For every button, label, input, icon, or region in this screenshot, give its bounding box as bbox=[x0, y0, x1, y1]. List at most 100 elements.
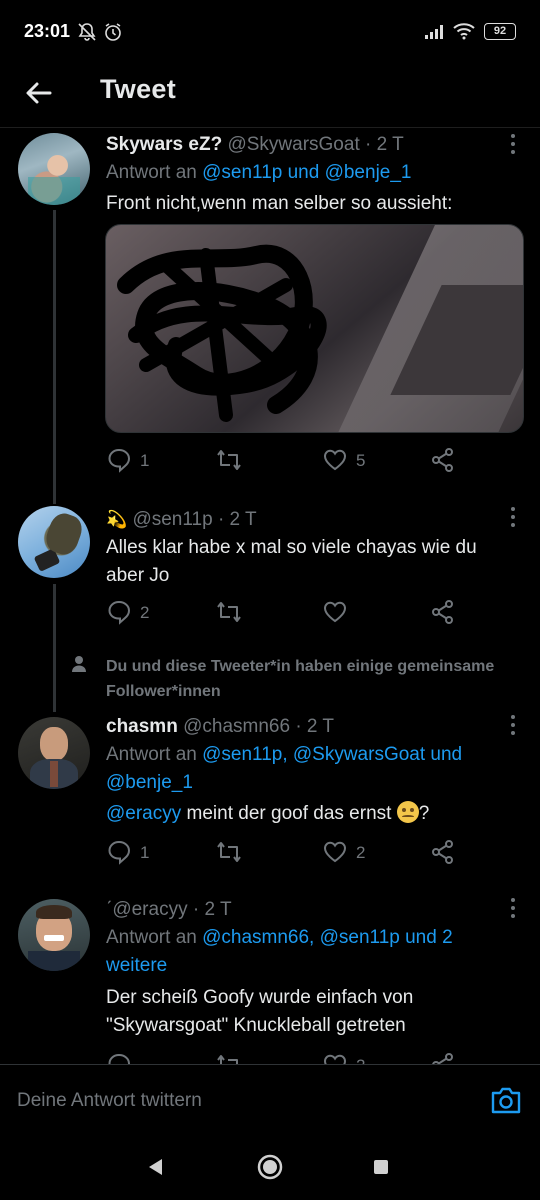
alarm-icon bbox=[105, 23, 121, 41]
handle[interactable]: @SkywarsGoat bbox=[227, 134, 359, 155]
like-count: 2 bbox=[356, 843, 366, 862]
retweet-button[interactable] bbox=[216, 1052, 242, 1064]
timestamp: · 2 T bbox=[295, 716, 335, 737]
retweet-button[interactable] bbox=[216, 599, 242, 629]
more-options-icon[interactable] bbox=[506, 896, 520, 920]
reply-mentions[interactable]: @benje_1 bbox=[106, 772, 193, 793]
share-button[interactable] bbox=[430, 1052, 456, 1064]
social-context-line: Follower*innen bbox=[106, 683, 221, 700]
social-context-note: Du und diese Tweeter*in haben einige gem… bbox=[106, 654, 536, 704]
share-icon bbox=[432, 600, 453, 624]
tweet-text-body: meint der goof das ernst bbox=[181, 803, 397, 824]
nav-recents-icon[interactable] bbox=[373, 1159, 389, 1175]
system-navigation-bar bbox=[0, 1128, 540, 1200]
tweet-header: Skywars eZ? @SkywarsGoat · 2 T bbox=[106, 131, 404, 159]
more-options-icon[interactable] bbox=[506, 132, 520, 156]
back-arrow-icon[interactable] bbox=[22, 76, 56, 110]
share-icon bbox=[432, 448, 453, 472]
avatar[interactable] bbox=[18, 899, 90, 971]
reply-button[interactable]: 1 bbox=[106, 839, 149, 869]
reply-mentions[interactable]: @chasmn66, @sen11p und 2 bbox=[202, 927, 453, 948]
battery-level: 92 bbox=[493, 25, 507, 37]
page-title: Tweet bbox=[100, 74, 177, 104]
reply-button[interactable] bbox=[106, 1052, 132, 1064]
tweet-text: aber Jo bbox=[106, 565, 170, 586]
tweet-text: Der scheiß Goofy wurde einfach von bbox=[106, 987, 414, 1008]
wifi-icon bbox=[453, 23, 475, 40]
status-bar: 23:01 92 bbox=[0, 0, 540, 64]
person-icon bbox=[72, 656, 86, 672]
display-name[interactable]: chasmn bbox=[106, 716, 178, 737]
tweet-header: ˊ@eracyy · 2 T bbox=[106, 896, 232, 924]
camera-icon[interactable] bbox=[490, 1085, 522, 1115]
reply-prefix: Antwort an bbox=[106, 927, 203, 948]
tweet-header: chasmn @chasmn66 · 2 T bbox=[106, 713, 334, 741]
reply-button[interactable]: 2 bbox=[106, 599, 149, 629]
tweet-text: Front nicht,wenn man selber so aussieht: bbox=[106, 193, 453, 214]
reply-context: weitere bbox=[106, 952, 167, 980]
signal-icon bbox=[425, 25, 443, 39]
share-icon bbox=[432, 1053, 453, 1064]
tweet-actions: 2 bbox=[106, 599, 486, 629]
avatar[interactable] bbox=[18, 506, 90, 578]
handle[interactable]: @eracyy bbox=[112, 899, 187, 920]
reply-mentions[interactable]: @sen11p und @benje_1 bbox=[202, 162, 411, 183]
reply-input-placeholder[interactable]: Deine Antwort twittern bbox=[17, 1090, 202, 1112]
heart-icon bbox=[323, 449, 347, 471]
share-icon bbox=[432, 840, 453, 864]
scribble-redaction bbox=[117, 244, 327, 422]
like-button[interactable]: 2 bbox=[322, 1052, 365, 1064]
thread-connector bbox=[53, 210, 56, 504]
more-options-icon[interactable] bbox=[506, 505, 520, 529]
thread-connector bbox=[53, 584, 56, 712]
like-count: 2 bbox=[356, 1056, 365, 1064]
like-button[interactable]: 5 bbox=[322, 447, 365, 477]
tweet-text-end: ? bbox=[418, 803, 430, 824]
share-button[interactable] bbox=[430, 447, 456, 477]
mute-bell-icon bbox=[78, 23, 96, 41]
reply-icon bbox=[108, 1053, 131, 1064]
mention-link[interactable]: @eracyy bbox=[106, 803, 181, 824]
retweet-icon bbox=[217, 602, 241, 622]
reply-icon bbox=[108, 600, 131, 625]
tweet-actions: 2 bbox=[106, 1052, 486, 1064]
status-time: 23:01 bbox=[24, 21, 71, 41]
reply-prefix: Antwort an bbox=[106, 744, 203, 765]
reply-count: 1 bbox=[140, 451, 150, 470]
retweet-icon bbox=[217, 842, 241, 862]
woozy-face-emoji bbox=[396, 801, 419, 823]
retweet-button[interactable] bbox=[216, 839, 242, 869]
reply-icon bbox=[108, 448, 131, 473]
more-options-icon[interactable] bbox=[506, 713, 520, 737]
reply-mentions[interactable]: @sen11p, @SkywarsGoat und bbox=[202, 744, 462, 765]
retweet-icon bbox=[217, 1055, 238, 1064]
handle[interactable]: @chasmn66 bbox=[183, 716, 290, 737]
avatar[interactable] bbox=[18, 133, 90, 205]
tweet-header: 💫 @sen11p · 2 T bbox=[106, 506, 257, 534]
social-context-line: Du und diese Tweeter*in haben einige gem… bbox=[106, 658, 495, 675]
battery-icon: 92 bbox=[484, 23, 516, 40]
display-name[interactable]: Skywars eZ? bbox=[106, 134, 222, 155]
heart-icon bbox=[323, 601, 347, 623]
tweet-actions: 1 5 bbox=[106, 447, 486, 477]
share-button[interactable] bbox=[430, 599, 456, 629]
emoji-icon: 💫 bbox=[106, 510, 128, 529]
share-button[interactable] bbox=[430, 839, 456, 869]
like-button[interactable] bbox=[322, 599, 348, 629]
reply-mentions[interactable]: weitere bbox=[106, 955, 167, 976]
retweet-button[interactable] bbox=[216, 447, 242, 477]
reply-button[interactable]: 1 bbox=[106, 447, 149, 477]
tweet-media-image[interactable] bbox=[105, 224, 524, 433]
nav-back-icon[interactable] bbox=[146, 1157, 164, 1177]
reply-context: Antwort an @sen11p, @SkywarsGoat und bbox=[106, 741, 462, 769]
reply-composer[interactable]: Deine Antwort twittern bbox=[0, 1064, 540, 1128]
avatar[interactable] bbox=[18, 717, 90, 789]
retweet-icon bbox=[217, 450, 241, 470]
like-count: 5 bbox=[356, 451, 366, 470]
like-button[interactable]: 2 bbox=[322, 839, 365, 869]
handle[interactable]: @sen11p bbox=[132, 509, 212, 530]
reply-context: @benje_1 bbox=[106, 769, 193, 797]
nav-home-icon[interactable] bbox=[256, 1153, 284, 1181]
timestamp: · 2 T bbox=[365, 134, 404, 155]
tweet-actions: 1 2 bbox=[106, 839, 486, 869]
